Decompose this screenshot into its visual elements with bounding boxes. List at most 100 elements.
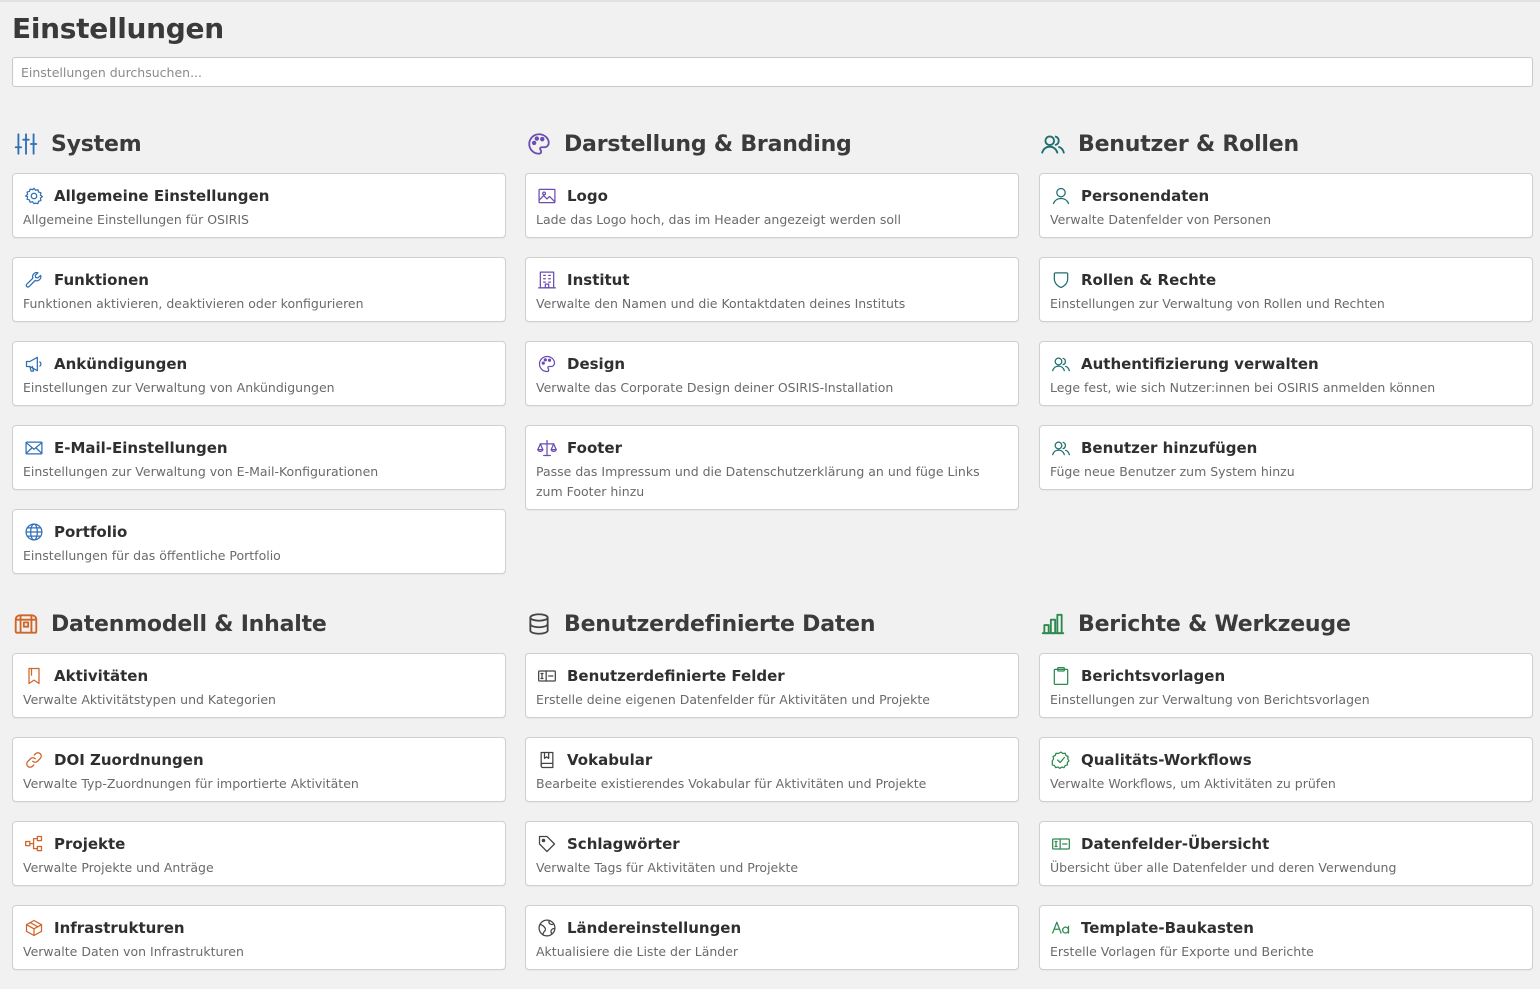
users-icon bbox=[1040, 131, 1066, 157]
card-description: Einstellungen zur Verwaltung von Rollen … bbox=[1050, 296, 1385, 311]
card-description: Verwalte Daten von Infrastrukturen bbox=[23, 944, 244, 959]
settings-card-authentifizierung-verwalten[interactable]: Authentifizierung verwalten Lege fest, wi… bbox=[1039, 341, 1533, 406]
card-title: Design bbox=[567, 355, 626, 373]
settings-card-schlagwoerter[interactable]: Schlagwörter Verwalte Tags für Aktivitäte… bbox=[525, 821, 1019, 886]
section-datenmodell-inhalte: Datenmodell & Inhalte Aktivitäten Verwalte… bbox=[12, 607, 506, 989]
settings-card-allgemeine-einstellungen[interactable]: Allgemeine Einstellungen Allgemeine Einst… bbox=[12, 173, 506, 238]
card-title: Logo bbox=[567, 187, 608, 205]
seal-check-icon bbox=[1050, 749, 1072, 771]
palette-icon bbox=[536, 353, 558, 375]
gear-icon bbox=[23, 185, 45, 207]
settings-card-projekte[interactable]: Projekte Verwalte Projekte und Anträge bbox=[12, 821, 506, 886]
section-header: Datenmodell & Inhalte bbox=[12, 607, 506, 641]
settings-card-portfolio[interactable]: Portfolio Einstellungen für das öffentlic… bbox=[12, 509, 506, 574]
card-title: Footer bbox=[567, 439, 622, 457]
tag-icon bbox=[536, 833, 558, 855]
section-title: System bbox=[51, 131, 142, 157]
card-description: Einstellungen zur Verwaltung von E-Mail-… bbox=[23, 464, 379, 479]
settings-card-laendereinstellungen[interactable]: Ländereinstellungen Aktualisiere die List… bbox=[525, 905, 1019, 970]
textbox-icon bbox=[1050, 833, 1072, 855]
section-header: Darstellung & Branding bbox=[525, 127, 1019, 161]
card-title: Qualitäts-Workflows bbox=[1081, 751, 1252, 769]
scales-icon bbox=[536, 437, 558, 459]
search-input[interactable] bbox=[12, 57, 1533, 87]
section-title: Benutzer & Rollen bbox=[1078, 131, 1299, 157]
settings-card-berichtsvorlagen[interactable]: Berichtsvorlagen Einstellungen zur Verwal… bbox=[1039, 653, 1533, 718]
card-title: Berichtsvorlagen bbox=[1081, 667, 1226, 685]
card-description: Lege fest, wie sich Nutzer:innen bei OSI… bbox=[1050, 380, 1436, 395]
card-title: E-Mail-Einstellungen bbox=[54, 439, 228, 457]
card-title: Schlagwörter bbox=[567, 835, 680, 853]
bookmark-icon bbox=[23, 665, 45, 687]
card-description: Funktionen aktivieren, deaktivieren oder… bbox=[23, 296, 364, 311]
globe-icon bbox=[23, 521, 45, 543]
settings-card-funktionen[interactable]: Funktionen Funktionen aktivieren, deaktiv… bbox=[12, 257, 506, 322]
treasure-chest-icon bbox=[13, 611, 39, 637]
section-header: Benutzer & Rollen bbox=[1039, 127, 1533, 161]
card-description: Allgemeine Einstellungen für OSIRIS bbox=[23, 212, 249, 227]
users-icon bbox=[1050, 437, 1072, 459]
card-title: Funktionen bbox=[54, 271, 149, 289]
users-icon bbox=[1050, 353, 1072, 375]
settings-card-design[interactable]: Design Verwalte das Corporate Design dein… bbox=[525, 341, 1019, 406]
section-header: Berichte & Werkzeuge bbox=[1039, 607, 1533, 641]
settings-card-infrastrukturen[interactable]: Infrastrukturen Verwalte Daten von Infras… bbox=[12, 905, 506, 970]
link-icon bbox=[23, 749, 45, 771]
card-description: Verwalte Workflows, um Aktivitäten zu pr… bbox=[1050, 776, 1336, 791]
globe-hemisphere-icon bbox=[536, 917, 558, 939]
section-system: System Allgemeine Einstellungen Allgemeine… bbox=[12, 127, 506, 593]
settings-card-qualitaets-workflows[interactable]: Qualitäts-Workflows Verwalte Workflows, u… bbox=[1039, 737, 1533, 802]
settings-card-ankuendigungen[interactable]: Ankündigungen Einstellungen zur Verwaltun… bbox=[12, 341, 506, 406]
section-title: Darstellung & Branding bbox=[564, 131, 852, 157]
card-title: Ländereinstellungen bbox=[567, 919, 742, 937]
envelope-icon bbox=[23, 437, 45, 459]
card-description: Verwalte Aktivitätstypen und Kategorien bbox=[23, 692, 276, 707]
card-title: DOI Zuordnungen bbox=[54, 751, 204, 769]
database-icon bbox=[526, 611, 552, 637]
settings-card-personendaten[interactable]: Personendaten Verwalte Datenfelder von Pe… bbox=[1039, 173, 1533, 238]
palette-icon bbox=[526, 131, 552, 157]
card-description: Verwalte Tags für Aktivitäten und Projek… bbox=[536, 860, 799, 875]
settings-card-rollen-rechte[interactable]: Rollen & Rechte Einstellungen zur Verwalt… bbox=[1039, 257, 1533, 322]
page-title: Einstellungen bbox=[12, 12, 224, 45]
section-title: Benutzerdefinierte Daten bbox=[564, 611, 876, 637]
settings-card-aktivitaeten[interactable]: Aktivitäten Verwalte Aktivitätstypen und … bbox=[12, 653, 506, 718]
settings-card-e-mail-einstellungen[interactable]: E-Mail-Einstellungen Einstellungen zur Ve… bbox=[12, 425, 506, 490]
image-icon bbox=[536, 185, 558, 207]
cube-icon bbox=[23, 917, 45, 939]
text-aa-icon bbox=[1050, 917, 1072, 939]
settings-card-benutzerdefinierte-felder[interactable]: Benutzerdefinierte Felder Erstelle deine … bbox=[525, 653, 1019, 718]
settings-card-footer[interactable]: Footer Passe das Impressum und die Datens… bbox=[525, 425, 1019, 510]
section-berichte-werkzeuge: Berichte & Werkzeuge Berichtsvorlagen Eins… bbox=[1039, 607, 1533, 989]
card-title: Infrastrukturen bbox=[54, 919, 185, 937]
settings-card-institut[interactable]: Institut Verwalte den Namen und die Konta… bbox=[525, 257, 1019, 322]
section-benutzerdefinierte-daten: Benutzerdefinierte Daten Benutzerdefinier… bbox=[525, 607, 1019, 989]
user-icon bbox=[1050, 185, 1072, 207]
settings-card-benutzer-hinzufuegen[interactable]: Benutzer hinzufügen Füge neue Benutzer zu… bbox=[1039, 425, 1533, 490]
section-darstellung-branding: Darstellung & Branding Logo Lade das Logo … bbox=[525, 127, 1019, 529]
shield-icon bbox=[1050, 269, 1072, 291]
section-header: Benutzerdefinierte Daten bbox=[525, 607, 1019, 641]
card-description: Einstellungen zur Verwaltung von Ankündi… bbox=[23, 380, 335, 395]
section-title: Berichte & Werkzeuge bbox=[1078, 611, 1351, 637]
settings-card-template-baukasten[interactable]: Template-Baukasten Erstelle Vorlagen für … bbox=[1039, 905, 1533, 970]
card-description: Erstelle deine eigenen Datenfelder für A… bbox=[536, 692, 930, 707]
settings-card-datenfelder-uebersicht[interactable]: Datenfelder-Übersicht Übersicht über alle… bbox=[1039, 821, 1533, 886]
card-description: Bearbeite existierendes Vokabular für Ak… bbox=[536, 776, 927, 791]
card-description: Einstellungen für das öffentliche Portfo… bbox=[23, 548, 281, 563]
book-icon bbox=[536, 749, 558, 771]
card-description: Erstelle Vorlagen für Exporte und Berich… bbox=[1050, 944, 1314, 959]
settings-card-vokabular[interactable]: Vokabular Bearbeite existierendes Vokabul… bbox=[525, 737, 1019, 802]
card-description: Verwalte den Namen und die Kontaktdaten … bbox=[536, 296, 906, 311]
card-description: Passe das Impressum und die Datenschutze… bbox=[536, 464, 980, 499]
settings-card-doi-zuordnungen[interactable]: DOI Zuordnungen Verwalte Typ-Zuordnungen … bbox=[12, 737, 506, 802]
card-title: Benutzer hinzufügen bbox=[1081, 439, 1258, 457]
card-description: Einstellungen zur Verwaltung von Bericht… bbox=[1050, 692, 1370, 707]
tree-structure-icon bbox=[23, 833, 45, 855]
section-benutzer-rollen: Benutzer & Rollen Personendaten Verwalte D… bbox=[1039, 127, 1533, 509]
card-description: Verwalte Projekte und Anträge bbox=[23, 860, 214, 875]
card-description: Lade das Logo hoch, das im Header angeze… bbox=[536, 212, 901, 227]
card-title: Template-Baukasten bbox=[1081, 919, 1254, 937]
settings-card-logo[interactable]: Logo Lade das Logo hoch, das im Header an… bbox=[525, 173, 1019, 238]
section-title: Datenmodell & Inhalte bbox=[51, 611, 327, 637]
